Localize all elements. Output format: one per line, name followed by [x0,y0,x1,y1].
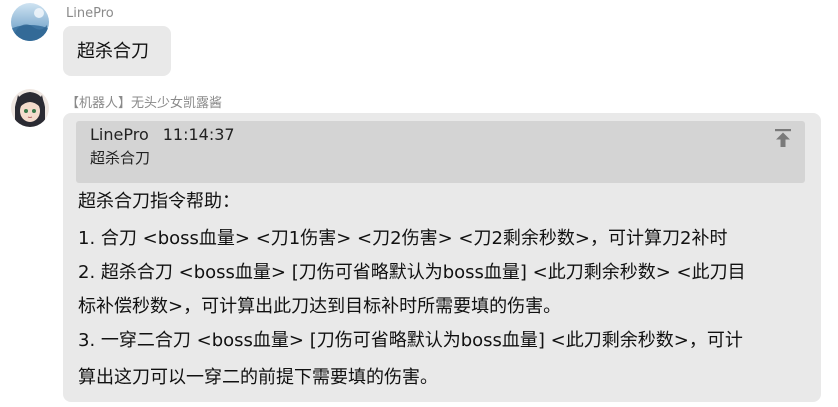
sender-name: LinePro [66,6,114,21]
quote-text: 超杀合刀 [90,149,151,167]
message-bubble[interactable]: LinePro 11:14:37 超杀合刀 超杀合刀指令帮助： 1. 合刀 <bo… [63,113,821,402]
quoted-message[interactable]: LinePro 11:14:37 超杀合刀 [76,121,805,183]
avatar-image [11,89,49,127]
message-line: 超杀合刀指令帮助： [78,191,240,212]
message-line: 算出这刀可以一穿二的前提下需要填的伤害。 [78,367,438,388]
message-bubble[interactable]: 超杀合刀 [63,26,171,76]
message-line: 3. 一穿二合刀 <boss血量> [刀伤可省略默认为boss血量] <此刀剩余… [78,330,743,351]
chat-view: LinePro 超杀合刀 【机器人】无头少女凯露酱 LinePro 11:14:… [0,0,838,407]
message-line: 1. 合刀 <boss血量> <刀1伤害> <刀2伤害> <刀2剩余秒数>，可计… [78,228,728,249]
bot-avatar[interactable] [11,89,49,127]
message-line: 标补偿秒数>，可计算出此刀达到目标补时所需要填的伤害。 [78,296,562,317]
user-avatar[interactable] [11,3,49,41]
pin-to-top-icon[interactable] [775,129,791,147]
quote-author: LinePro [90,125,149,144]
message-line: 2. 超杀合刀 <boss血量> [刀伤可省略默认为boss血量] <此刀剩余秒… [78,262,746,283]
sender-name: 【机器人】无头少女凯露酱 [66,96,223,111]
message-text: 超杀合刀 [77,41,149,62]
quote-time: 11:14:37 [162,125,235,144]
avatar-image [11,3,49,41]
quote-header: LinePro 11:14:37 [90,125,235,144]
